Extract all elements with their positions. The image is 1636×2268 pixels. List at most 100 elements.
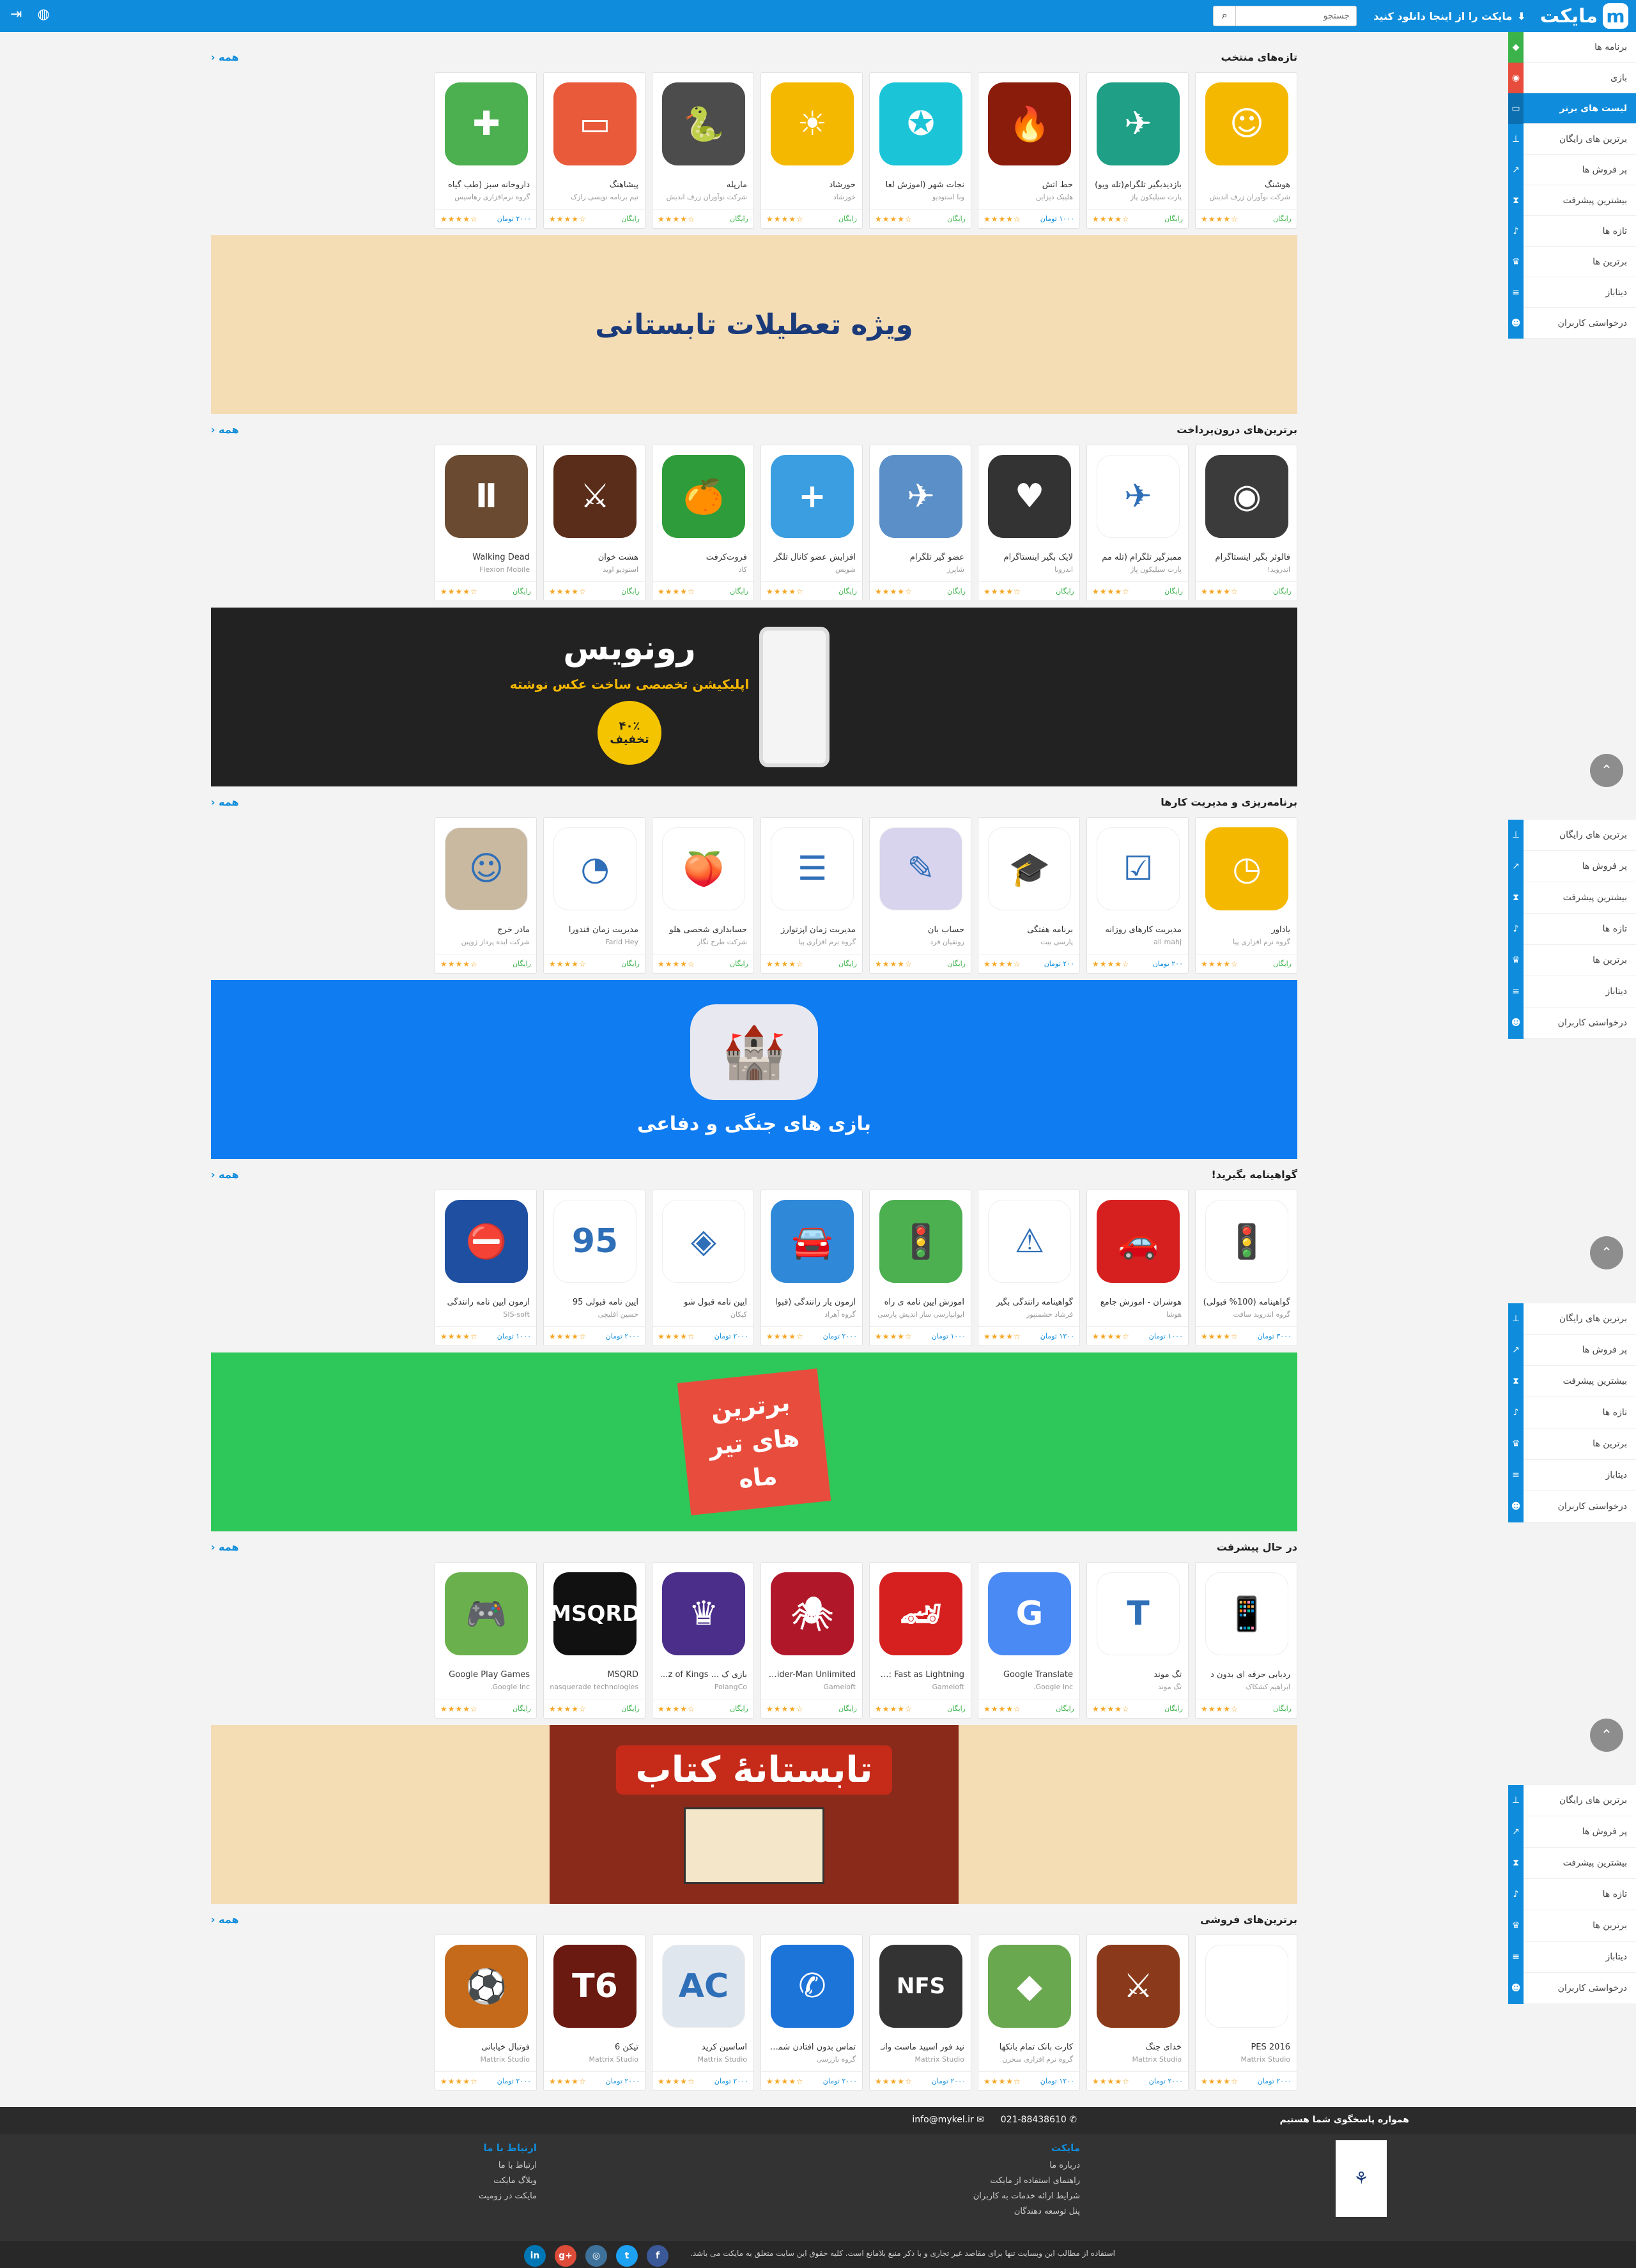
app-icon[interactable]: ◷ [1205, 827, 1288, 910]
submenu-trending[interactable]: بیشترین پیشرفت ⧗ [1508, 1847, 1636, 1879]
scroll-top-button[interactable]: ⌃ [1590, 1236, 1623, 1269]
app-card[interactable]: 🍊 فروت‌کرفت کاد رایگان ★★★★☆ [652, 445, 754, 601]
menu-item-apps[interactable]: برنامه ها ◆ [1508, 31, 1636, 63]
app-name[interactable]: PES 2016 [1202, 2042, 1290, 2052]
app-card[interactable]: ⚽ فوتبال خیابانی Mattrix Studio ۲۰۰۰ تومان ★… [435, 1935, 537, 2091]
app-card[interactable]: ◔ مدیریت زمان فندورا Farid Hey رایگان ★★★★☆ [543, 817, 645, 974]
app-icon[interactable]: + [771, 455, 854, 538]
app-icon[interactable]: AC [662, 1945, 745, 2028]
app-card[interactable]: ☺ مادر خرج شرکت ایده پرداز ژوپین رایگان ★★★★… [435, 817, 537, 974]
app-icon[interactable]: ☑ [1097, 827, 1180, 910]
app-card[interactable]: ☰ مدیریت زمان آپزتوارز گروه نرم افزاری پیا… [760, 817, 863, 974]
app-card[interactable]: ⛔ آزمون آیین نامه رانندگی SIS-soft ۱۰۰۰ توم… [435, 1190, 537, 1346]
app-name[interactable]: گواهینامه (100% قبولی) [1202, 1298, 1290, 1307]
app-name[interactable]: گواهینامه رانندگی بگیر [985, 1298, 1073, 1307]
app-icon[interactable]: ✎ [879, 827, 962, 910]
app-name[interactable]: کارت بانک تمام بانکها [985, 2042, 1073, 2052]
instagram-icon[interactable]: ◎ [585, 2245, 607, 2267]
app-icon[interactable]: 🐍 [662, 82, 745, 165]
app-name[interactable]: آیین نامه قبول شو [659, 1298, 747, 1307]
app-card[interactable]: ⚔ خدای جنگ Mattrix Studio ۲۰۰۰ تومان ★★★★☆ [1086, 1935, 1189, 2091]
app-icon[interactable]: ◈ [662, 1200, 745, 1283]
app-card[interactable]: ♛ بازی ک ... Quiz of Kings PolangCo رایگان ★… [652, 1562, 754, 1719]
submenu-top-free[interactable]: برترین های رایگان ⊥ [1508, 1303, 1636, 1335]
app-card[interactable]: T6 تیکن 6 Mattrix Studio ۲۰۰۰ تومان ★★★★☆ [543, 1935, 645, 2091]
app-name[interactable]: هشت خوان [550, 553, 638, 562]
submenu-top[interactable]: برترین ها ♛ [1508, 944, 1636, 976]
app-icon[interactable]: 🍊 [662, 455, 745, 538]
app-card[interactable]: ✚ داروخانه سبز (طب گیاه گروه نرم‌افزاری ره… [435, 72, 537, 229]
app-card[interactable]: ✪ نجات شهر (آموزش لغا ونا استودیو رایگان ★★★… [869, 72, 971, 229]
app-name[interactable]: حسابداری شخصی هلو [659, 925, 747, 935]
app-name[interactable]: حساب بان [876, 925, 964, 935]
scroll-top-button[interactable]: ⌃ [1590, 1719, 1623, 1752]
footer-link[interactable]: پنل توسعه دهندگان [973, 2204, 1080, 2219]
app-name[interactable]: نید فور اسپید ماست وانـ [876, 2042, 964, 2052]
app-card[interactable]: G Google Translate Google Inc. رایگان ★★★★☆ [978, 1562, 1080, 1719]
footer-email[interactable]: info@mykel.ir ✉ [912, 2115, 984, 2125]
app-icon[interactable]: ☰ [771, 827, 854, 910]
app-icon[interactable]: ☀ [771, 82, 854, 165]
app-icon[interactable]: 🕷 [771, 1572, 854, 1655]
app-card[interactable]: 🍑 حسابداری شخصی هلو شرکت طرح نگار رایگان ★★★… [652, 817, 754, 974]
menu-item-best-sellers[interactable]: پر فروش ها ↗ [1508, 154, 1636, 185]
app-card[interactable]: + افزایش عضو کانال تلگر شوپس رایگان ★★★★☆ [760, 445, 863, 601]
submenu-best-sellers[interactable]: پر فروش ها ↗ [1508, 1334, 1636, 1366]
app-name[interactable]: آزمون یار رانندگی (قبوا [768, 1298, 856, 1307]
menu-item-new[interactable]: تازه ها ♪ [1508, 215, 1636, 247]
app-icon[interactable]: T [1097, 1572, 1180, 1655]
app-name[interactable]: هوشران - آموزش جامع [1093, 1298, 1182, 1307]
linkedin-icon[interactable]: in [524, 2245, 546, 2267]
app-name[interactable]: Cars: Fast as Lightning [876, 1670, 964, 1680]
app-name[interactable]: افزایش عضو کانال تلگر [768, 553, 856, 562]
app-name[interactable]: Spider-Man Unlimited [768, 1670, 856, 1680]
app-icon[interactable]: 🎮 [445, 1572, 528, 1655]
app-icon[interactable]: ⚔ [553, 455, 637, 538]
banner-war-games[interactable]: 🏰 بازی های جنگی و دفاعی [211, 980, 1297, 1159]
app-name[interactable]: تیکن 6 [550, 2042, 638, 2052]
see-all-link[interactable]: همه ‹ [211, 51, 239, 63]
app-name[interactable]: خط آتش [985, 180, 1073, 190]
submenu-requested[interactable]: درخواستی کاربران ☻ [1508, 1007, 1636, 1039]
app-icon[interactable]: ⚠ [988, 1200, 1071, 1283]
footer-link[interactable]: راهنمای استفاده از مایکت [973, 2173, 1080, 2189]
app-icon[interactable]: MSQRD [550, 1572, 640, 1655]
submenu-database[interactable]: دیتاباز ≡ [1508, 976, 1636, 1008]
app-card[interactable]: AC اساسین کرید Mattrix Studio ۲۰۰۰ تومان ★★★… [652, 1935, 754, 2091]
submenu-top-free[interactable]: برترین های رایگان ⊥ [1508, 819, 1636, 851]
app-card[interactable]: ✈ بازدیدبگیر تلگرام(تله ویو) پارت سیلیکون … [1086, 72, 1189, 229]
app-name[interactable]: Walking Dead [442, 553, 530, 562]
app-name[interactable]: آیین نامه قبولی 95 [550, 1298, 638, 1307]
app-card[interactable]: ✈ عضو گیر تلگرام شاپرز رایگان ★★★★☆ [869, 445, 971, 601]
app-card[interactable]: 🐍 مارپله شرکت نوآوران زرف اندیش رایگان ★★★★☆ [652, 72, 754, 229]
app-name[interactable]: Google Play Games [442, 1670, 530, 1680]
app-card[interactable]: 🏎 Cars: Fast as Lightning Gameloft رایگان ★★… [869, 1562, 971, 1719]
app-icon[interactable]: 🚦 [879, 1200, 962, 1283]
app-icon[interactable]: G [988, 1572, 1071, 1655]
app-card[interactable]: ✈ ممبرگیر تلگرام (تله مم پارت سیلیکون پاژ ر… [1086, 445, 1189, 601]
app-icon[interactable]: 🍑 [662, 827, 745, 910]
app-icon[interactable]: ⛔ [445, 1200, 528, 1283]
app-icon[interactable]: NFS [879, 1945, 962, 2028]
app-icon[interactable]: ◆ [988, 1945, 1071, 2028]
app-icon[interactable]: ☺ [445, 827, 528, 910]
see-all-link[interactable]: همه ‹ [211, 424, 239, 436]
app-card[interactable]: ☺ هوشنگ شرکت نوآوران زرف اندیش رایگان ★★★★☆ [1195, 72, 1297, 229]
scroll-top-button[interactable]: ⌃ [1590, 754, 1623, 787]
app-icon[interactable]: ◔ [553, 827, 637, 910]
submenu-requested[interactable]: درخواستی کاربران ☻ [1508, 1972, 1636, 2004]
app-name[interactable]: MSQRD [550, 1670, 638, 1680]
app-name[interactable]: مادر خرج [442, 925, 530, 935]
app-icon[interactable]: ✈ [879, 455, 962, 538]
download-app-link[interactable]: ⬇ مایکت را از اینجا دانلود کنید [1373, 10, 1525, 22]
login-icon[interactable]: ⇥ [10, 6, 22, 22]
banner-summer-holiday[interactable]: ویژه تعطیلات تابستانی [211, 235, 1297, 414]
app-icon[interactable]: ♛ [662, 1572, 745, 1655]
menu-item-top-free[interactable]: برترین های رایگان ⊥ [1508, 123, 1636, 155]
app-name[interactable]: مدیریت کارهای روزانه [1093, 925, 1182, 935]
facebook-icon[interactable]: f [647, 2245, 668, 2267]
app-name[interactable]: فروت‌کرفت [659, 553, 747, 562]
submenu-database[interactable]: دیتاباز ≡ [1508, 1941, 1636, 1973]
app-name[interactable]: بازی ک ... Quiz of Kings [659, 1670, 747, 1680]
app-name[interactable]: مدیریت زمان فندورا [550, 925, 638, 935]
